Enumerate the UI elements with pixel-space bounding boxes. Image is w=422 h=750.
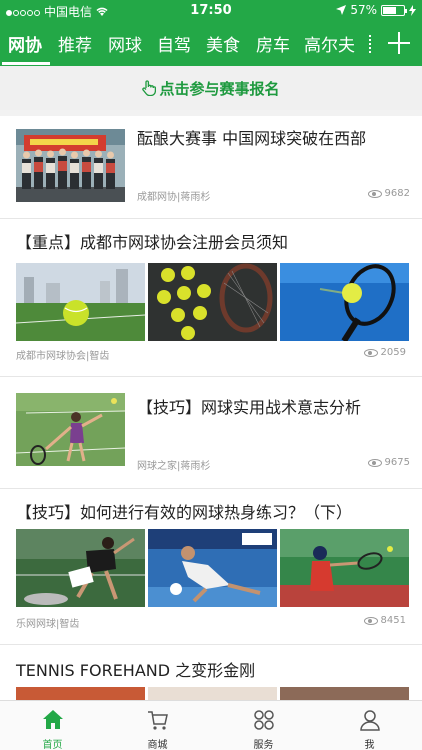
view-count-value: 9675 [384, 457, 410, 468]
nav-me-label: 我 [364, 740, 375, 750]
charging-icon [409, 4, 416, 16]
tab-wangxie[interactable]: 网协 [8, 31, 42, 56]
tab-recommend[interactable]: 推荐 [58, 31, 92, 56]
eye-icon [367, 458, 382, 467]
category-tabs: 网协 推荐 网球 自驾 美食 房车 高尔夫 [0, 22, 422, 66]
eye-icon [363, 616, 378, 625]
list-item[interactable]: 酝酿大赛事 中国网球突破在西部 成都网协|蒋雨杉 9682 [0, 116, 422, 219]
list-item[interactable]: 【技巧】网球实用战术意志分析 网球之家|蒋雨杉 9675 [0, 377, 422, 489]
view-count-value: 9682 [384, 188, 410, 199]
article-title: TENNIS FOREHAND 之变形金刚 [16, 661, 256, 680]
article-title: 【重点】成都市网球协会注册会员须知 [16, 233, 289, 252]
thumbnail-image [280, 263, 409, 341]
thumbnail-image [148, 263, 277, 341]
grid-icon [254, 710, 274, 730]
image-strip [16, 529, 409, 607]
view-count: 9675 [367, 457, 410, 468]
article-source: 网球之家|蒋雨杉 [137, 461, 211, 472]
list-item[interactable]: 【技巧】如何进行有效的网球热身练习？（下） 乐网网球|智齿 8451 [0, 489, 422, 645]
battery-percent: 57% [350, 3, 377, 17]
article-source: 成都网协|蒋雨杉 [137, 192, 211, 203]
nav-service-label: 服务 [253, 740, 274, 750]
nav-home[interactable]: 首页 [0, 701, 105, 750]
status-bar: 中国电信 17:50 57% [0, 0, 422, 22]
tab-divider [369, 35, 371, 53]
nav-mall[interactable]: 商城 [105, 701, 210, 750]
list-item[interactable]: 【重点】成都市网球协会注册会员须知 成都市网球协会|智齿 2059 [0, 219, 422, 377]
nav-me[interactable]: 我 [317, 701, 422, 750]
location-arrow-icon [336, 5, 347, 15]
hand-pointer-icon [142, 80, 157, 96]
thumbnail-image [16, 393, 125, 466]
tab-self-drive[interactable]: 自驾 [157, 31, 191, 56]
view-count: 2059 [363, 347, 406, 358]
article-source: 成都市网球协会|智齿 [16, 351, 110, 362]
bottom-nav: 首页 商城 服务 我 [0, 700, 422, 750]
nav-service[interactable]: 服务 [211, 701, 316, 750]
cart-icon [148, 711, 168, 730]
user-icon [360, 710, 380, 731]
thumbnail-image [16, 263, 145, 341]
news-feed: 酝酿大赛事 中国网球突破在西部 成都网协|蒋雨杉 9682 【重点】成都市网球协… [0, 116, 422, 750]
battery-icon [381, 4, 407, 16]
active-tab-indicator [2, 62, 50, 65]
thumbnail-image [16, 129, 125, 202]
home-icon [43, 710, 63, 729]
add-channel-icon[interactable] [384, 28, 414, 58]
tab-rv[interactable]: 房车 [256, 31, 290, 56]
article-title: 【技巧】网球实用战术意志分析 [137, 398, 362, 417]
eye-icon [363, 348, 378, 357]
status-right: 57% [336, 3, 416, 17]
list-item[interactable]: TENNIS FOREHAND 之变形金刚 [0, 645, 422, 750]
view-count: 9682 [367, 188, 410, 199]
tab-tennis[interactable]: 网球 [108, 31, 142, 56]
image-strip [16, 263, 409, 341]
signup-label: 点击参与赛事报名 [159, 79, 280, 98]
eye-icon [367, 189, 382, 198]
nav-home-label: 首页 [42, 740, 63, 750]
tab-golf[interactable]: 高尔夫 [304, 31, 355, 56]
article-title: 酝酿大赛事 中国网球突破在西部 [137, 129, 367, 148]
thumbnail-image [280, 529, 409, 607]
view-count: 8451 [363, 615, 406, 626]
nav-mall-label: 商城 [147, 740, 168, 750]
article-title: 【技巧】如何进行有效的网球热身练习？（下） [16, 503, 353, 522]
view-count-value: 2059 [380, 347, 406, 358]
signup-banner[interactable]: 点击参与赛事报名 [0, 66, 422, 110]
article-source: 乐网网球|智齿 [16, 619, 80, 630]
view-count-value: 8451 [380, 615, 406, 626]
tab-food[interactable]: 美食 [206, 31, 240, 56]
thumbnail-image [148, 529, 277, 607]
thumbnail-image [16, 529, 145, 607]
